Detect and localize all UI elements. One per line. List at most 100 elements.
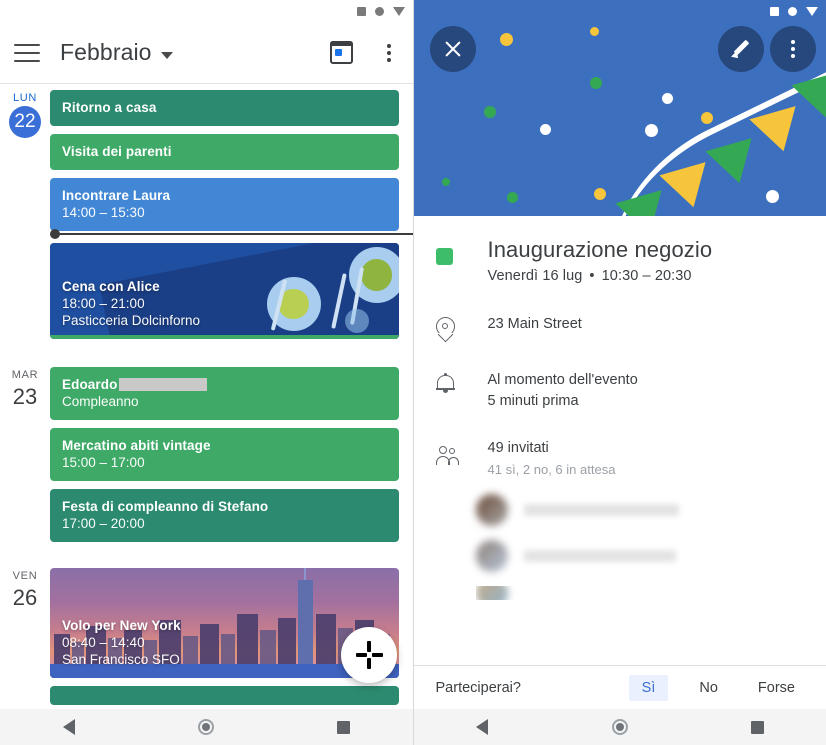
event-title-row: Inaugurazione negozio Venerdì 16 lug • 10:… [414, 236, 826, 284]
event-title: Visita dei parenti [62, 144, 172, 159]
rsvp-maybe-button[interactable]: Forse [745, 675, 808, 701]
guest-row[interactable] [475, 540, 809, 572]
event-title: Festa di compleanno di Stefano [62, 499, 269, 514]
avatar [475, 586, 508, 600]
event-title: Volo per New York [62, 618, 181, 633]
event-time: 17:00 – 20:00 [62, 516, 145, 531]
event-guests-row[interactable]: 49 invitati 41 sì, 2 no, 6 in attesa [414, 438, 826, 480]
page-title[interactable]: Febbraio [60, 39, 173, 66]
guests-count: 49 invitati [487, 440, 549, 456]
event-color-swatch-cell [435, 236, 488, 284]
event-chip[interactable]: Incontrare Laura 14:00 – 15:30 [50, 178, 399, 231]
avatar [475, 540, 508, 572]
rsvp-question: Parteciperai? [435, 679, 521, 696]
rsvp-no-button[interactable]: No [686, 675, 731, 701]
event-location-block: 23 Main Street [488, 314, 809, 342]
people-icon [435, 438, 488, 480]
day-of-week: VEN [12, 570, 38, 582]
day-group: MAR 23 Edoardo Compleanno Mercatino abit… [0, 361, 413, 550]
day-of-week: LUN [12, 92, 38, 104]
recents-icon[interactable] [732, 712, 782, 742]
confetti-dot [700, 112, 713, 124]
event-chip[interactable]: Mercatino abiti vintage 15:00 – 17:00 [50, 428, 399, 481]
event-chip[interactable]: Ritorno a casa [50, 90, 399, 126]
hamburger-icon[interactable] [14, 43, 40, 62]
confetti-dot [506, 192, 518, 203]
event-title: Mercatino abiti vintage [62, 438, 211, 453]
event-hero-image [413, 0, 826, 216]
day-events: Ritorno a casa Visita dei parenti Incont… [50, 84, 413, 347]
event-notification-row[interactable]: Al momento dell'evento 5 minuti prima [414, 370, 826, 412]
day-column: MAR 23 [0, 361, 50, 550]
guests-breakdown: 41 sì, 2 no, 6 in attesa [487, 462, 616, 477]
redacted-name [119, 378, 208, 391]
day-events: Edoardo Compleanno Mercatino abiti vinta… [50, 361, 399, 550]
guest-name-redacted [523, 550, 676, 562]
home-icon[interactable] [181, 712, 231, 742]
event-location: Pasticceria Dolcinforno [62, 313, 201, 328]
agenda-list[interactable]: LUN 22 Ritorno a casa Visita dei parenti… [0, 84, 413, 709]
confetti-dot [441, 178, 450, 186]
event-chip[interactable]: Festa di compleanno di Stefano 17:00 – 2… [50, 489, 399, 542]
guest-list[interactable] [414, 480, 826, 600]
circle-icon [788, 6, 797, 16]
event-details: Inaugurazione negozio Venerdì 16 lug • 10:… [414, 216, 826, 600]
overflow-button[interactable] [770, 26, 816, 72]
event-title: Cena con Alice [62, 279, 160, 294]
day-of-week: MAR [11, 369, 39, 381]
app-bar: Febbraio [0, 22, 413, 84]
system-nav-bar-right [413, 709, 826, 745]
close-button[interactable] [429, 26, 476, 72]
notification-primary: Al momento dell'evento [487, 372, 638, 388]
event-title: Ritorno a casa [62, 100, 157, 115]
rsvp-yes-button[interactable]: Sì [628, 674, 669, 701]
day-column: LUN 22 [0, 84, 50, 347]
event-date: Venerdì 16 lug [487, 268, 583, 284]
event-chip[interactable]: Edoardo Compleanno [50, 367, 399, 420]
agenda-screen: Febbraio LUN 22 Ritorno a casa Visita de [0, 0, 414, 745]
triangle-down-icon [392, 6, 405, 16]
event-location: San Francisco SFO [62, 652, 180, 667]
event-chip-photo[interactable]: Cena con Alice 18:00 – 21:00 Pasticceria… [50, 243, 399, 339]
notification-secondary: 5 minuti prima [487, 393, 579, 409]
event-notification-block: Al momento dell'evento 5 minuti prima [488, 370, 809, 412]
guest-row[interactable] [475, 494, 809, 526]
event-datetime: Venerdì 16 lug • 10:30 – 20:30 [488, 268, 809, 284]
event-title-text: Edoardo [62, 377, 118, 392]
more-vert-icon[interactable] [379, 42, 399, 64]
status-bar-right [414, 0, 826, 22]
event-location-row[interactable]: 23 Main Street [414, 314, 826, 343]
dual-screenshot: Febbraio LUN 22 Ritorno a casa Visita de [0, 0, 826, 745]
current-time-line [56, 233, 413, 235]
system-nav-bar-left [0, 709, 413, 745]
event-time: 18:00 – 21:00 [62, 296, 145, 311]
event-detail-screen: Inaugurazione negozio Venerdì 16 lug • 10:… [413, 0, 826, 745]
event-color-swatch [435, 248, 453, 265]
day-number: 26 [12, 585, 38, 610]
event-title: Inaugurazione negozio [487, 237, 713, 262]
confetti-dot [644, 124, 658, 137]
recents-icon[interactable] [319, 712, 369, 742]
day-group: LUN 22 Ritorno a casa Visita dei parenti… [0, 84, 413, 347]
edit-button[interactable] [718, 26, 764, 72]
event-guests-block: 49 invitati 41 sì, 2 no, 6 in attesa [488, 438, 809, 480]
day-number: 22 [9, 106, 41, 138]
guest-row[interactable] [475, 586, 809, 600]
home-icon[interactable] [595, 712, 645, 742]
event-chip[interactable] [50, 686, 399, 705]
back-icon[interactable] [457, 712, 507, 742]
edit-icon [730, 38, 752, 60]
create-event-fab[interactable] [340, 627, 397, 683]
triangle-down-icon [806, 6, 818, 16]
event-title: Incontrare Laura [62, 188, 171, 203]
back-icon[interactable] [44, 712, 94, 742]
month-label: Febbraio [60, 39, 152, 65]
avatar [475, 494, 508, 526]
confetti-dot [539, 124, 551, 135]
event-chip[interactable]: Visita dei parenti [50, 134, 399, 170]
chevron-down-icon[interactable] [160, 52, 173, 60]
calendar-today-icon[interactable] [329, 41, 353, 64]
confetti-dot [499, 33, 513, 46]
event-time: 14:00 – 15:30 [62, 205, 145, 220]
event-time: 15:00 – 17:00 [62, 455, 145, 470]
